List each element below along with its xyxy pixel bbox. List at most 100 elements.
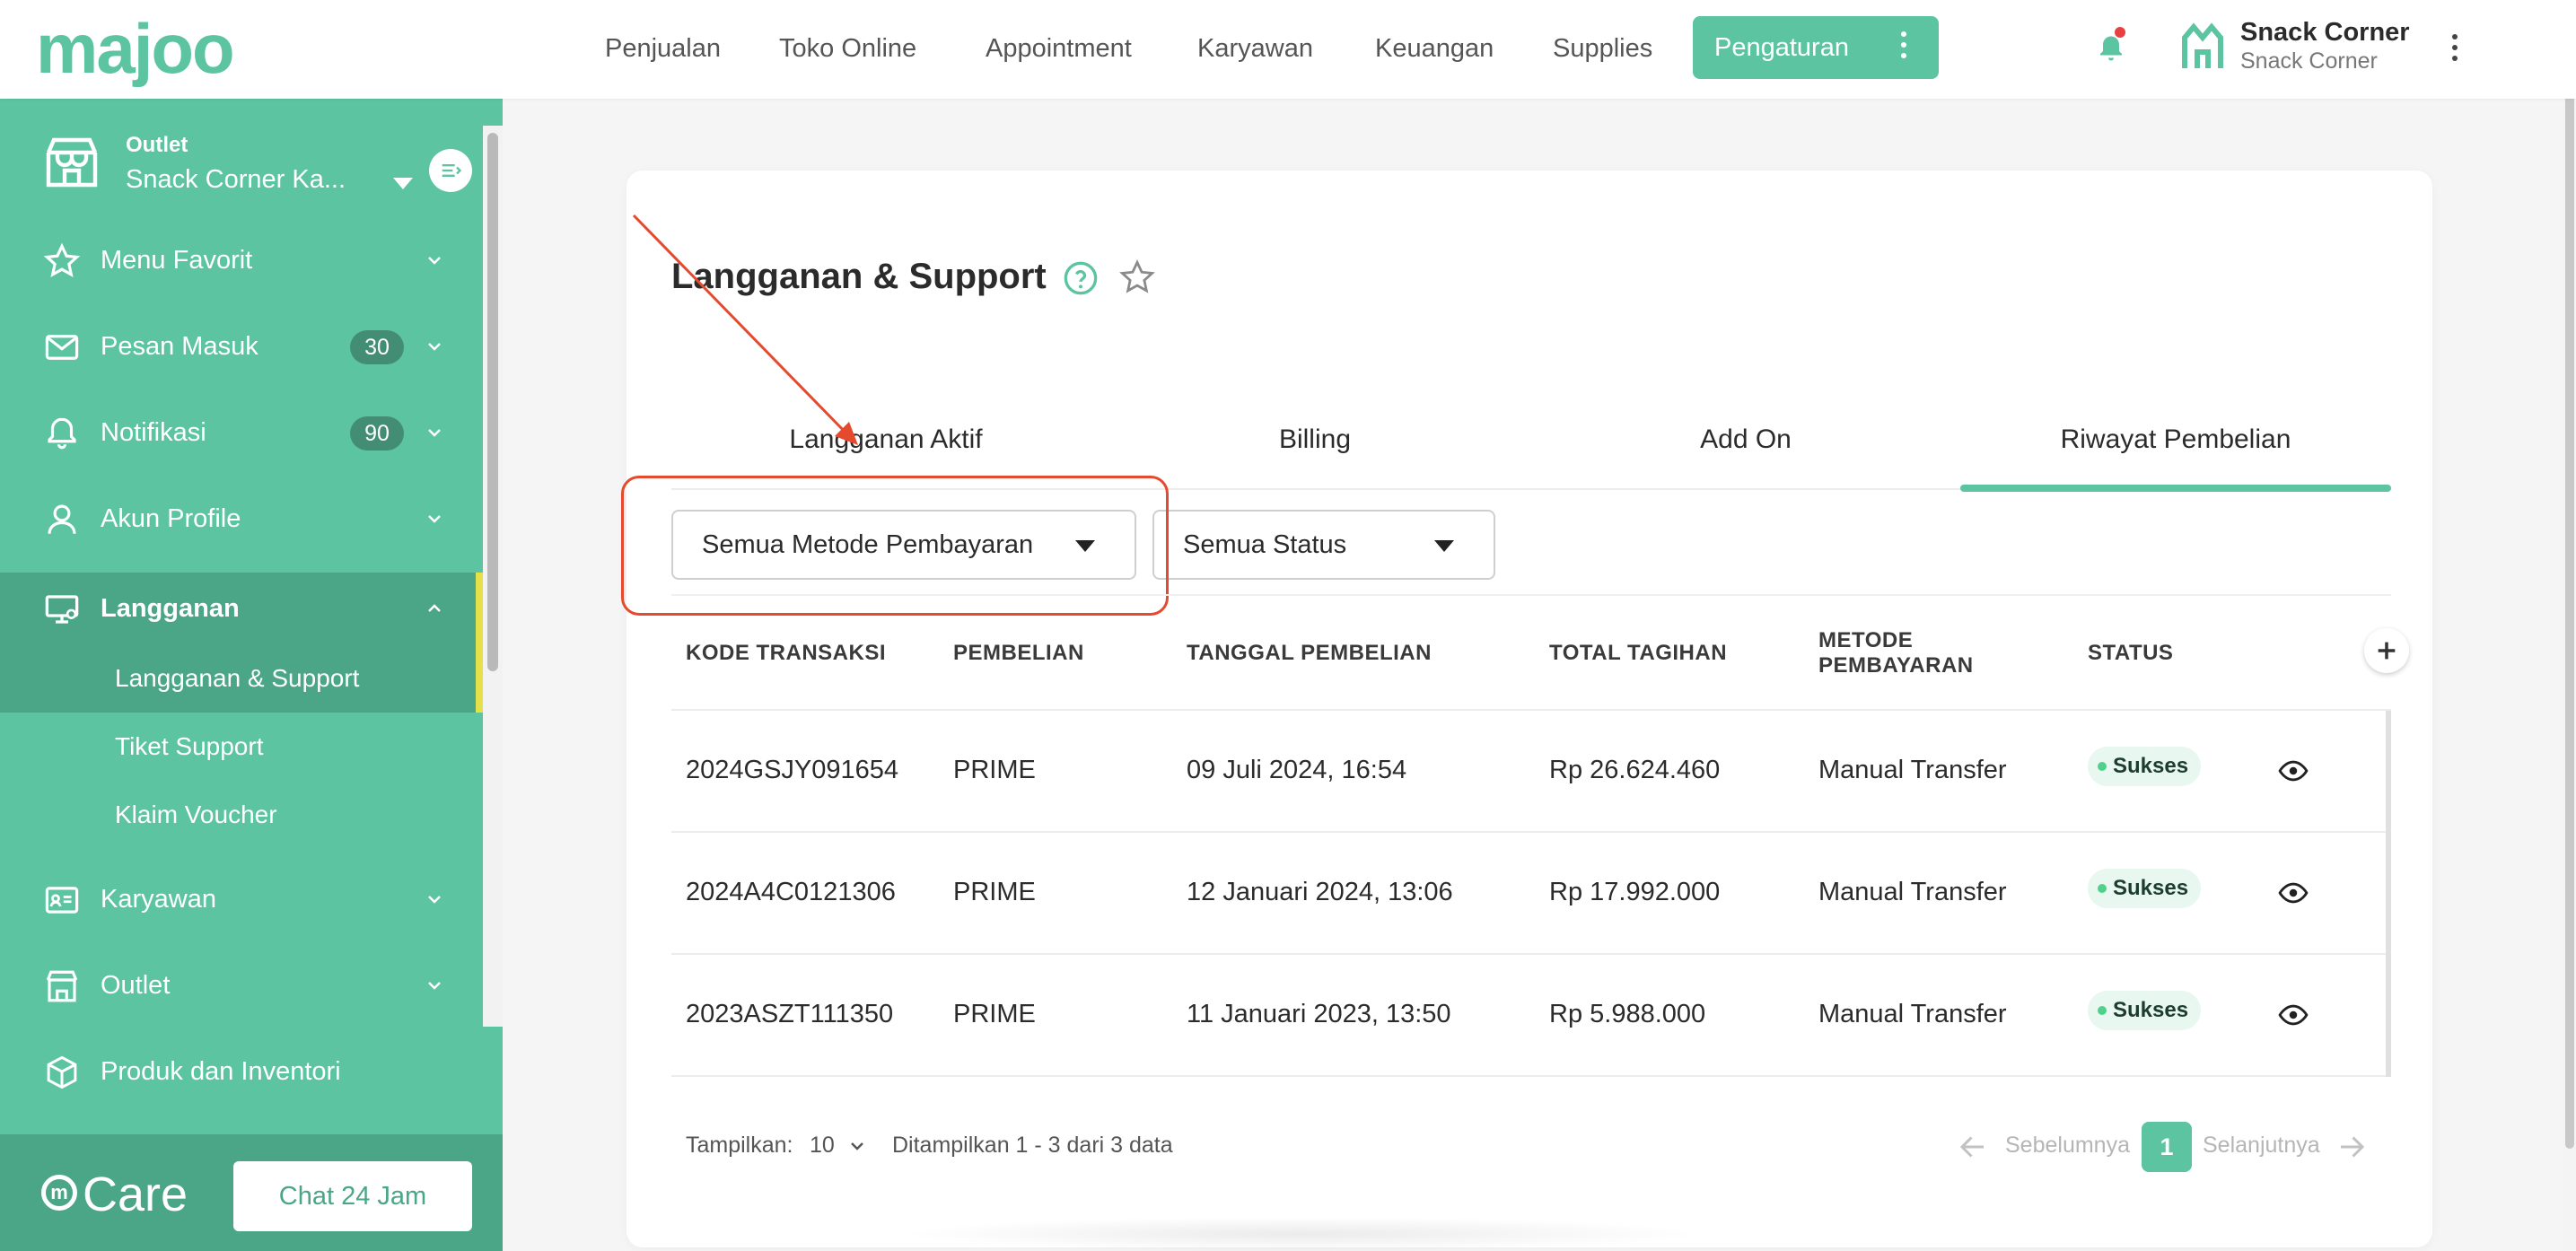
- care-label: Care: [83, 1168, 188, 1221]
- table-row[interactable]: 2024GSJY091654 PRIME 09 Juli 2024, 16:54…: [671, 711, 2391, 833]
- arrow-left-icon[interactable]: [1957, 1131, 1989, 1163]
- sidebar-item-langganan[interactable]: Langganan: [0, 573, 476, 644]
- eye-icon[interactable]: [2278, 756, 2309, 786]
- outlet-label: Outlet: [126, 133, 188, 157]
- column-header-pembelian: PEMBELIAN: [953, 641, 1084, 665]
- next-page-button[interactable]: Selanjutnya: [2203, 1133, 2320, 1159]
- submenu-label: Tiket Support: [115, 732, 264, 760]
- sidebar-scrollbar-thumb[interactable]: [487, 133, 498, 671]
- add-column-button[interactable]: [2364, 628, 2409, 673]
- rows-per-page-label: Tampilkan:: [686, 1133, 793, 1158]
- cell-total: Rp 26.624.460: [1549, 756, 1721, 784]
- sidebar-item-label: Karyawan: [101, 885, 216, 914]
- header-line: PEMBAYARAN: [1818, 653, 1974, 678]
- caret-down-icon[interactable]: [393, 178, 413, 189]
- nav-keuangan[interactable]: Keuangan: [1375, 16, 1494, 81]
- submenu-label: Klaim Voucher: [115, 800, 277, 828]
- eye-icon[interactable]: [2278, 878, 2309, 908]
- table-row[interactable]: 2024A4C0121306 PRIME 12 Januari 2024, 13…: [671, 833, 2391, 955]
- submenu-label: Langganan & Support: [115, 664, 360, 692]
- table-horizontal-scrollbar[interactable]: [2386, 711, 2391, 1077]
- monitor-icon: [45, 595, 79, 624]
- sidebar-item-label: Notifikasi: [101, 418, 206, 447]
- cell-metode: Manual Transfer: [1818, 878, 2007, 906]
- sidebar-item-notifikasi[interactable]: Notifikasi 90: [0, 389, 476, 476]
- column-header-total-tagihan: TOTAL TAGIHAN: [1549, 641, 1728, 665]
- cell-pembelian: PRIME: [953, 756, 1036, 784]
- submenu-langganan-support[interactable]: Langganan & Support: [0, 644, 476, 713]
- nav-toko-online[interactable]: Toko Online: [779, 16, 916, 81]
- column-header-tanggal-pembelian: TANGGAL PEMBELIAN: [1187, 641, 1432, 665]
- cell-total: Rp 5.988.000: [1549, 1000, 1706, 1028]
- nav-supplies[interactable]: Supplies: [1553, 16, 1652, 81]
- collapse-sidebar-button[interactable]: [429, 149, 472, 192]
- arrow-right-icon[interactable]: [2335, 1131, 2368, 1163]
- column-header-metode-pembayaran: METODE PEMBAYARAN: [1818, 628, 1974, 678]
- nav-pengaturan[interactable]: Pengaturan: [1693, 16, 1939, 79]
- cell-metode: Manual Transfer: [1818, 1000, 2007, 1028]
- sidebar-item-karyawan[interactable]: Karyawan: [0, 856, 476, 942]
- user-outlet: Snack Corner: [2240, 48, 2378, 74]
- prev-page-button[interactable]: Sebelumnya: [2005, 1133, 2130, 1159]
- user-icon: [48, 504, 76, 534]
- cell-kode-transaksi: 2024A4C0121306: [686, 878, 896, 906]
- page-scrollbar-thumb[interactable]: [2565, 0, 2574, 1149]
- page-1-button[interactable]: 1: [2142, 1122, 2192, 1172]
- count-badge: 30: [350, 330, 404, 364]
- nav-penjualan[interactable]: Penjualan: [605, 16, 721, 81]
- sidebar-item-label: Pesan Masuk: [101, 332, 258, 361]
- chevron-up-icon: [428, 604, 441, 612]
- help-circle-icon[interactable]: [1063, 260, 1099, 296]
- more-vertical-icon[interactable]: [2452, 34, 2458, 66]
- eye-icon[interactable]: [2278, 1000, 2309, 1030]
- majoo-care-logo: m Care: [41, 1167, 188, 1221]
- table-row[interactable]: 2023ASZT111350 PRIME 11 Januari 2023, 13…: [671, 955, 2391, 1077]
- rows-per-page-select[interactable]: 10: [810, 1133, 868, 1159]
- cell-pembelian: PRIME: [953, 878, 1036, 906]
- status-badge: Sukses: [2088, 747, 2202, 786]
- sidebar-item-pesan-masuk[interactable]: Pesan Masuk 30: [0, 303, 476, 389]
- nav-pengaturan-label: Pengaturan: [1714, 33, 1849, 62]
- nav-karyawan[interactable]: Karyawan: [1197, 16, 1313, 81]
- chevron-down-icon: [428, 429, 441, 437]
- cell-kode-transaksi: 2024GSJY091654: [686, 756, 899, 784]
- more-vertical-icon[interactable]: [1901, 31, 1906, 64]
- mail-icon: [45, 335, 79, 360]
- header-line: METODE: [1818, 628, 1914, 652]
- sidebar-item-label: Akun Profile: [101, 504, 241, 533]
- data-summary: Ditampilkan 1 - 3 dari 3 data: [892, 1133, 1173, 1158]
- care-m-icon: m: [41, 1174, 77, 1211]
- sidebar-item-produk-inventori[interactable]: Produk dan Inventori: [0, 1028, 476, 1115]
- status-badge: Sukses: [2088, 869, 2202, 908]
- favorite-star-icon[interactable]: [1118, 258, 1156, 296]
- outlet-selector[interactable]: Snack Corner Ka...: [126, 165, 346, 195]
- status-badge: Sukses: [2088, 991, 2202, 1030]
- sidebar-item-label: Menu Favorit: [101, 246, 253, 275]
- star-icon: [43, 242, 81, 277]
- store-logo-icon: [2182, 22, 2223, 68]
- sidebar-item-menu-favorit[interactable]: Menu Favorit: [0, 217, 476, 303]
- chat-24-jam-button[interactable]: Chat 24 Jam: [233, 1161, 472, 1231]
- chevron-down-icon: [428, 896, 441, 904]
- user-name[interactable]: Snack Corner: [2240, 18, 2410, 48]
- page-title: Langganan & Support: [671, 257, 1047, 296]
- status-value: Semua Status: [1183, 530, 1347, 559]
- store-icon: [46, 970, 78, 1002]
- submenu-klaim-voucher[interactable]: Klaim Voucher: [0, 781, 476, 849]
- nav-appointment[interactable]: Appointment: [986, 16, 1132, 81]
- cell-tanggal: 12 Januari 2024, 13:06: [1187, 878, 1453, 906]
- store-icon: [46, 137, 98, 188]
- chevron-down-icon: [428, 257, 441, 265]
- sidebar-item-label: Langganan: [101, 594, 240, 623]
- sidebar-item-outlet[interactable]: Outlet: [0, 942, 476, 1028]
- count-badge: 90: [350, 416, 404, 451]
- majoo-logo[interactable]: majoo: [36, 13, 235, 84]
- sidebar: Outlet Snack Corner Ka... Menu Favorit P…: [0, 99, 503, 1251]
- cell-pembelian: PRIME: [953, 1000, 1036, 1028]
- status-select[interactable]: Semua Status: [1152, 510, 1495, 580]
- id-card-icon: [45, 887, 79, 914]
- submenu-tiket-support[interactable]: Tiket Support: [0, 713, 476, 781]
- sidebar-item-akun-profile[interactable]: Akun Profile: [0, 476, 476, 562]
- active-indicator: [476, 573, 483, 713]
- column-header-status: STATUS: [2088, 641, 2174, 665]
